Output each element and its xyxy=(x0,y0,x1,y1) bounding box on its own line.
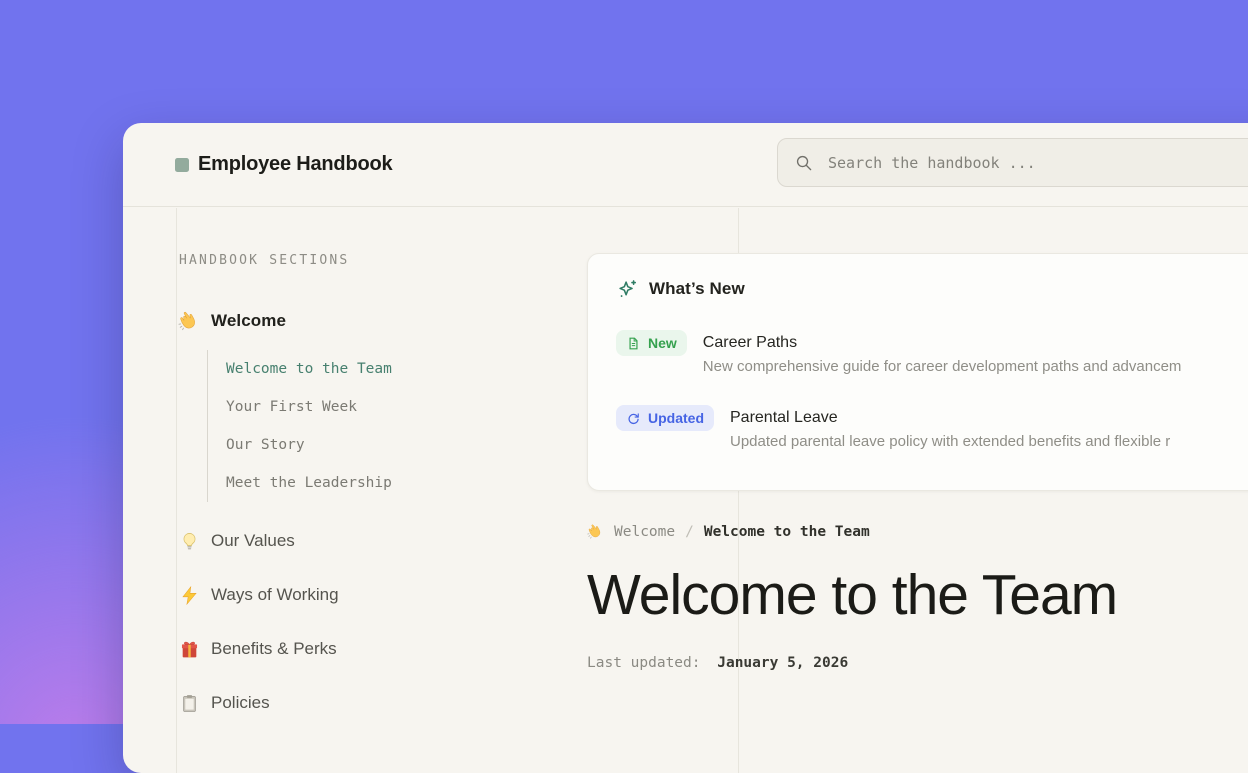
sidebar-item-policies[interactable]: Policies xyxy=(178,690,566,716)
page-title: Welcome to the Team xyxy=(587,564,1248,627)
whats-new-item-title: Parental Leave xyxy=(730,405,1170,431)
clipboard-icon xyxy=(178,692,200,714)
sidebar-subitem-welcome-to-the-team[interactable]: Welcome to the Team xyxy=(226,350,566,388)
breadcrumb-separator: / xyxy=(685,524,694,540)
search-icon xyxy=(794,153,813,172)
sidebar-item-benefits-perks[interactable]: Benefits & Perks xyxy=(178,636,566,662)
sidebar-item-our-values[interactable]: Our Values xyxy=(178,528,566,554)
last-updated: Last updated: January 5, 2026 xyxy=(587,655,1248,671)
last-updated-label: Last updated: xyxy=(587,655,701,671)
wave-icon xyxy=(587,523,604,540)
sidebar-subitem-your-first-week[interactable]: Your First Week xyxy=(226,388,566,426)
search-input[interactable] xyxy=(826,153,1248,173)
sidebar-section-label: HANDBOOK SECTIONS xyxy=(179,253,566,268)
status-badge: New xyxy=(616,330,687,356)
app-title: Employee Handbook xyxy=(198,153,392,176)
breadcrumb: Welcome / Welcome to the Team xyxy=(587,523,1248,540)
sidebar-item-welcome[interactable]: Welcome xyxy=(178,308,566,334)
breadcrumb-current: Welcome to the Team xyxy=(704,524,870,540)
status-badge: Updated xyxy=(616,405,714,431)
sidebar-subitem-meet-the-leadership[interactable]: Meet the Leadership xyxy=(226,464,566,502)
whats-new-item[interactable]: New Career Paths New comprehensive guide… xyxy=(616,330,1248,375)
whats-new-card: What’s New New Career Paths New comprehe… xyxy=(587,253,1248,491)
wave-icon xyxy=(178,310,200,332)
sidebar: HANDBOOK SECTIONS Welcome Welcome to the… xyxy=(176,208,566,744)
sidebar-item-label: Welcome xyxy=(211,311,286,331)
search-box[interactable] xyxy=(777,138,1248,187)
whats-new-header: What’s New xyxy=(616,278,1248,300)
whats-new-item-description: Updated parental leave policy with exten… xyxy=(730,433,1170,450)
sidebar-item-label: Our Values xyxy=(211,531,295,551)
whats-new-title: What’s New xyxy=(649,279,745,299)
sidebar-item-ways-of-working[interactable]: Ways of Working xyxy=(178,582,566,608)
lightning-icon xyxy=(178,584,200,606)
sidebar-item-label: Policies xyxy=(211,693,270,713)
app-logo-icon xyxy=(175,158,189,172)
whats-new-item-description: New comprehensive guide for career devel… xyxy=(703,358,1182,375)
badge-label: Updated xyxy=(648,410,704,426)
body-area: HANDBOOK SECTIONS Welcome Welcome to the… xyxy=(123,208,1248,773)
sidebar-item-label: Benefits & Perks xyxy=(211,639,337,659)
sparkle-icon xyxy=(616,278,638,300)
sidebar-subitem-our-story[interactable]: Our Story xyxy=(226,426,566,464)
sidebar-item-label: Ways of Working xyxy=(211,585,339,605)
refresh-icon xyxy=(626,411,641,426)
bulb-icon xyxy=(178,530,200,552)
sidebar-nav: Welcome Welcome to the TeamYour First We… xyxy=(176,308,566,716)
document-icon xyxy=(626,336,641,351)
whats-new-item[interactable]: Updated Parental Leave Updated parental … xyxy=(616,405,1248,450)
breadcrumb-section-link[interactable]: Welcome xyxy=(614,524,675,540)
last-updated-value: January 5, 2026 xyxy=(717,655,848,671)
badge-label: New xyxy=(648,335,677,351)
main-content: What’s New New Career Paths New comprehe… xyxy=(587,208,1248,671)
sidebar-sublist: Welcome to the TeamYour First WeekOur St… xyxy=(207,350,566,502)
app-window: Employee Handbook HANDBOOK SECTIONS Welc… xyxy=(123,123,1248,773)
app-header: Employee Handbook xyxy=(123,123,1248,207)
gift-icon xyxy=(178,638,200,660)
whats-new-item-title: Career Paths xyxy=(703,330,1182,356)
